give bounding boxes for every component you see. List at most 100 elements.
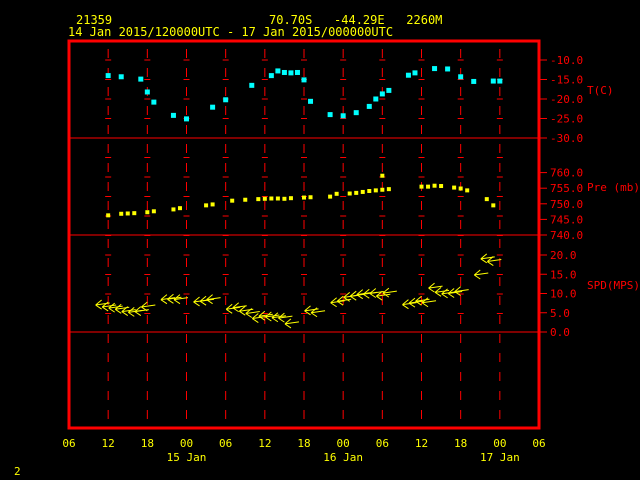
x-tick-label: 00	[337, 437, 350, 450]
y-tick-label: -15.0	[550, 74, 583, 87]
y-tick-label: -25.0	[550, 113, 583, 126]
pressure-point	[302, 195, 306, 200]
wind-barb	[199, 295, 215, 306]
pressure-point	[210, 202, 215, 207]
temperature-point	[405, 72, 411, 78]
pressure-point	[288, 196, 293, 201]
y-tick-label: 745.0	[550, 213, 583, 226]
y-tick-label: 740.0	[550, 229, 583, 242]
y-tick-label: 760.0	[550, 167, 583, 180]
x-tick-label: 18	[454, 437, 467, 450]
x-tick-label: 06	[376, 437, 389, 450]
wind-barb	[330, 297, 345, 308]
temperature-point	[118, 74, 124, 80]
temperature-point	[373, 96, 379, 102]
page-number: 2	[14, 465, 21, 478]
temperature-point	[138, 76, 144, 82]
wind-barb	[415, 295, 430, 306]
temperature-point	[366, 103, 372, 109]
date-label: 17 Jan	[480, 451, 520, 464]
temperature-point	[105, 73, 111, 79]
pressure-point	[386, 187, 391, 192]
pressure-point	[328, 194, 333, 199]
x-tick-label: 06	[62, 437, 75, 450]
x-tick-label: 06	[219, 437, 232, 450]
pressure-point	[269, 196, 274, 201]
temperature-point	[294, 69, 300, 75]
x-tick-label: 18	[297, 437, 310, 450]
pressure-point	[308, 195, 313, 200]
x-axis: 06 12 18 00 06 12 18 00 06 12 18 00 06 15 Jan 16 Jan 17…	[62, 437, 545, 464]
x-tick-label: 00	[180, 437, 193, 450]
temperature-point	[184, 116, 189, 122]
y-tick-label: 0.0	[550, 326, 570, 339]
pressure-point	[354, 190, 359, 195]
wind-series	[95, 253, 502, 329]
wind-barb	[434, 286, 450, 297]
temperature-point	[281, 69, 287, 75]
wind-barb	[402, 299, 417, 310]
pressure-point	[360, 189, 365, 194]
pressure-point	[334, 191, 339, 196]
y-tick-label: -10.0	[550, 54, 583, 67]
temperature-point	[432, 66, 438, 72]
pressure-point	[132, 211, 137, 216]
pressure-point	[373, 188, 378, 193]
x-tick-label: 12	[258, 437, 271, 450]
wind-barb	[278, 312, 293, 323]
pressure-point	[151, 209, 156, 214]
pressure-point	[380, 187, 385, 192]
wind-barb	[473, 269, 489, 280]
pressure-point	[367, 189, 372, 194]
meteogram: -10.0 -15.0 -20.0 -25.0 -30.0 T(C) 760.0 755.0 7…	[62, 39, 640, 464]
x-tick-label: 18	[141, 437, 154, 450]
temperature-point	[490, 78, 496, 84]
pressure-point	[439, 184, 444, 189]
pressure-point	[243, 197, 248, 202]
pressure-series	[106, 173, 496, 218]
pressure-point	[204, 203, 209, 208]
pressure-point	[347, 191, 352, 196]
temperature-point	[353, 110, 359, 116]
pressure-point	[275, 196, 280, 201]
temperature-point	[340, 113, 346, 119]
x-tick-label: 12	[415, 437, 428, 450]
temperature-point	[170, 112, 176, 118]
pressure-point	[256, 197, 261, 202]
pressure-point	[230, 198, 235, 203]
temperature-point	[144, 89, 150, 95]
temperature-point	[458, 74, 464, 80]
y-tick-label: 15.0	[550, 268, 577, 281]
wind-barb	[408, 297, 424, 308]
pressure-point	[262, 196, 267, 201]
temperature-point	[471, 78, 477, 84]
wind-barb	[447, 288, 463, 298]
temperature-point	[379, 91, 385, 97]
temperature-point	[275, 68, 281, 74]
temperature-point	[301, 77, 307, 83]
pressure-point	[125, 211, 130, 216]
pressure-point	[177, 206, 182, 211]
wind-barb	[225, 303, 241, 314]
wind-barb	[251, 313, 267, 323]
wind-barb	[173, 294, 189, 305]
pressure-point	[458, 186, 463, 191]
y-tick-label: 10.0	[550, 288, 577, 301]
temperature-point	[249, 82, 255, 88]
pressure-point	[419, 184, 424, 189]
date-label: 15 Jan	[167, 451, 207, 464]
wind-barb	[349, 290, 365, 301]
pressure-point	[465, 188, 470, 193]
temperature-point	[223, 97, 229, 103]
pressure-point	[432, 183, 437, 188]
y-tick-label: 755.0	[550, 182, 583, 195]
y-tick-label: -30.0	[550, 132, 583, 145]
wind-barb	[206, 294, 221, 305]
wind-barb	[382, 287, 397, 298]
time-period: 14 Jan 2015/120000UTC - 17 Jan 2015/0000…	[68, 25, 394, 39]
temperature-point	[327, 112, 333, 118]
date-label: 16 Jan	[323, 451, 363, 464]
x-tick-label: 06	[532, 437, 545, 450]
y-axis-label: T(C)	[587, 84, 614, 97]
pressure-point	[426, 184, 431, 189]
